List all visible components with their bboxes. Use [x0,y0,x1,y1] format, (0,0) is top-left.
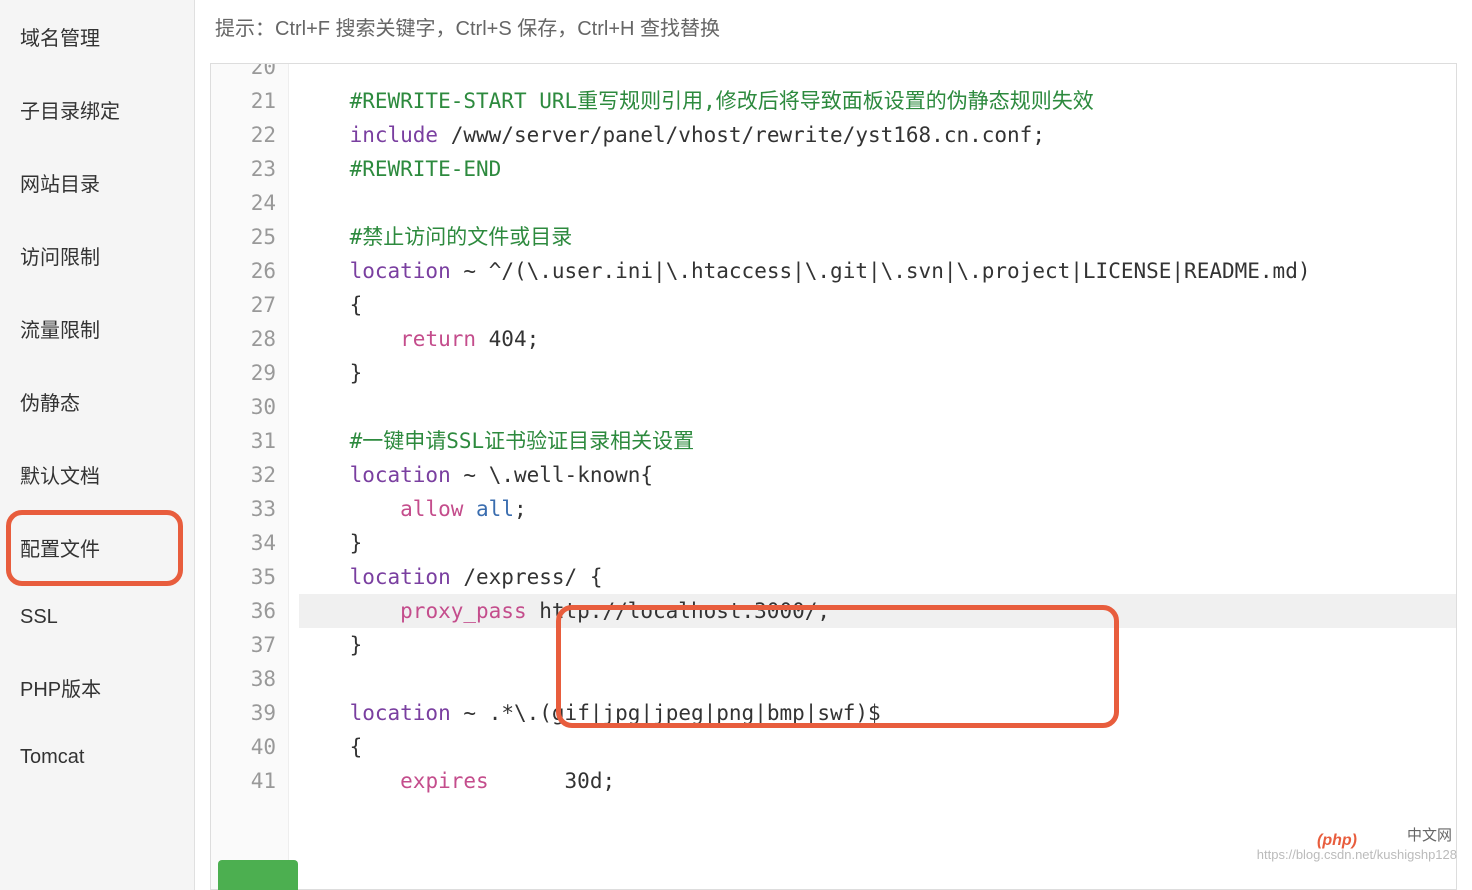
gutter-line-number: 21 [211,84,276,118]
code-line[interactable]: location /express/ { [299,560,1456,594]
code-line[interactable]: location ~ .*\.(gif|jpg|jpeg|png|bmp|swf… [299,696,1456,730]
sidebar-item-config-file[interactable]: 配置文件 [0,511,194,584]
code-line[interactable] [299,390,1456,424]
gutter-line-number: 33 [211,492,276,526]
gutter-line-number: 20 [211,64,276,84]
code-line[interactable]: location ~ ^/(\.user.ini|\.htaccess|\.gi… [299,254,1456,288]
code-line[interactable]: #REWRITE-END [299,152,1456,186]
editor-gutter: 2021222324252627282930313233343536373839… [211,64,289,889]
code-line[interactable] [299,186,1456,220]
gutter-line-number: 37 [211,628,276,662]
gutter-line-number: 26 [211,254,276,288]
sidebar-item-php-version[interactable]: PHP版本 [0,651,194,724]
gutter-line-number: 31 [211,424,276,458]
editor-hint: 提示：Ctrl+F 搜索关键字，Ctrl+S 保存，Ctrl+H 查找替换 [195,0,1472,53]
code-line[interactable]: { [299,288,1456,322]
gutter-line-number: 22 [211,118,276,152]
settings-sidebar: 域名管理 子目录绑定 网站目录 访问限制 流量限制 伪静态 默认文档 配置文件 … [0,0,195,890]
gutter-line-number: 34 [211,526,276,560]
gutter-line-number: 40 [211,730,276,764]
watermark-logo: (php) [1317,832,1357,850]
main-panel: 提示：Ctrl+F 搜索关键字，Ctrl+S 保存，Ctrl+H 查找替换 20… [195,0,1472,890]
gutter-line-number: 38 [211,662,276,696]
sidebar-item-traffic[interactable]: 流量限制 [0,292,194,365]
code-line[interactable]: location ~ \.well-known{ [299,458,1456,492]
gutter-line-number: 39 [211,696,276,730]
sidebar-item-subdir[interactable]: 子目录绑定 [0,73,194,146]
code-line[interactable]: #一键申请SSL证书验证目录相关设置 [299,424,1456,458]
sidebar-item-sitedir[interactable]: 网站目录 [0,146,194,219]
gutter-line-number: 41 [211,764,276,798]
gutter-line-number: 24 [211,186,276,220]
code-editor[interactable]: 2021222324252627282930313233343536373839… [210,63,1457,890]
gutter-line-number: 36 [211,594,276,628]
code-line[interactable]: { [299,730,1456,764]
sidebar-item-access[interactable]: 访问限制 [0,219,194,292]
code-line[interactable]: #REWRITE-START URL重写规则引用,修改后将导致面板设置的伪静态规… [299,84,1456,118]
save-button[interactable] [218,860,298,890]
gutter-line-number: 29 [211,356,276,390]
editor-code-area[interactable]: #REWRITE-START URL重写规则引用,修改后将导致面板设置的伪静态规… [289,64,1456,889]
code-line[interactable]: } [299,628,1456,662]
code-line[interactable]: #禁止访问的文件或目录 [299,220,1456,254]
code-line[interactable]: expires 30d; [299,764,1456,798]
gutter-line-number: 32 [211,458,276,492]
gutter-line-number: 30 [211,390,276,424]
code-line[interactable]: } [299,356,1456,390]
watermark-text: 中文网 [1407,824,1452,845]
code-line[interactable] [299,662,1456,696]
sidebar-item-domain[interactable]: 域名管理 [0,0,194,73]
gutter-line-number: 35 [211,560,276,594]
code-line[interactable]: include /www/server/panel/vhost/rewrite/… [299,118,1456,152]
gutter-line-number: 23 [211,152,276,186]
sidebar-item-tomcat[interactable]: Tomcat [0,724,194,791]
sidebar-item-rewrite[interactable]: 伪静态 [0,365,194,438]
gutter-line-number: 27 [211,288,276,322]
code-line[interactable]: return 404; [299,322,1456,356]
code-line[interactable]: allow all; [299,492,1456,526]
sidebar-item-default-doc[interactable]: 默认文档 [0,438,194,511]
code-line[interactable]: } [299,526,1456,560]
code-line[interactable]: proxy_pass http://localhost:3000/; [299,594,1456,628]
gutter-line-number: 28 [211,322,276,356]
gutter-line-number: 25 [211,220,276,254]
code-line[interactable] [299,64,1456,84]
sidebar-item-ssl[interactable]: SSL [0,584,194,651]
